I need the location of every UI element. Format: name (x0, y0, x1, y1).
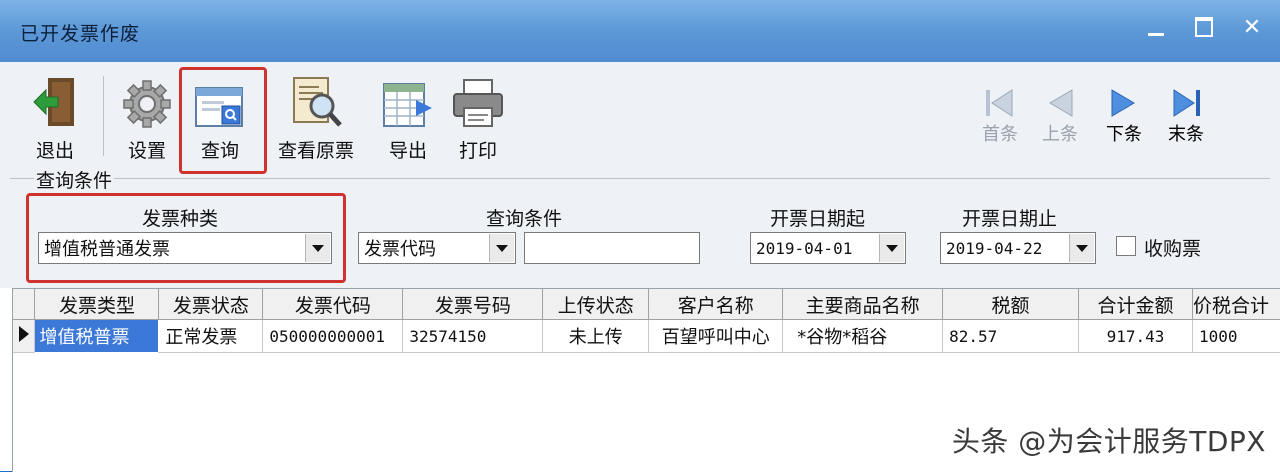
date-from-label: 开票日期起 (770, 208, 866, 230)
chevron-down-icon (879, 234, 904, 262)
prev-label: 上条 (1042, 124, 1078, 145)
chevron-down-icon (1069, 234, 1094, 262)
cell-invoice-number[interactable]: 32574150 (402, 319, 544, 353)
date-to-value: 2019-04-22 (946, 238, 1043, 258)
prev-icon (1049, 89, 1073, 117)
print-button[interactable]: 打印 (452, 74, 504, 163)
column-header[interactable]: 发票号码 (402, 289, 544, 320)
date-to-label: 开票日期止 (962, 208, 1058, 230)
exit-door-icon (30, 74, 80, 130)
settings-button[interactable]: 设置 (122, 74, 172, 163)
toolbar-separator (103, 76, 104, 156)
first-label: 首条 (982, 124, 1018, 145)
first-record-button[interactable]: 首条 (982, 86, 1018, 146)
close-button[interactable]: ✕ (1230, 8, 1274, 46)
magnifier-document-icon (288, 74, 344, 130)
first-icon (986, 89, 1013, 117)
table-row[interactable]: 增值税普票 正常发票 050000000001 32574150 未上传 百望呼… (13, 319, 1280, 353)
column-header[interactable]: 税额 (942, 289, 1079, 320)
export-button[interactable]: 导出 (382, 74, 434, 163)
minimize-icon (1148, 32, 1164, 36)
cell-total-with-tax[interactable]: 1000 (1192, 319, 1280, 353)
cell-tax-amount[interactable]: 82.57 (942, 319, 1079, 353)
query-highlight-box (179, 67, 267, 174)
row-indicator-header (13, 289, 36, 320)
query-value-input[interactable] (524, 232, 700, 264)
exit-label: 退出 (35, 140, 74, 162)
print-label: 打印 (458, 140, 497, 162)
purchase-invoice-checkbox[interactable] (1116, 236, 1136, 256)
invoice-table: 发票类型 发票状态 发票代码 发票号码 上传状态 客户名称 主要商品名称 税额 … (13, 289, 1280, 353)
query-condition-label: 查询条件 (486, 208, 563, 230)
invoice-kind-highlight-box (26, 193, 346, 283)
column-header[interactable]: 客户名称 (648, 289, 784, 320)
column-header[interactable]: 发票类型 (34, 289, 160, 320)
column-header[interactable]: 发票代码 (262, 289, 404, 320)
table-header-row: 发票类型 发票状态 发票代码 发票号码 上传状态 客户名称 主要商品名称 税额 … (13, 289, 1280, 320)
next-icon (1111, 89, 1135, 117)
conditions-group-title: 查询条件 (34, 166, 115, 193)
column-header[interactable]: 上传状态 (542, 289, 650, 320)
cell-total-amount[interactable]: 917.43 (1078, 319, 1193, 353)
minimize-button[interactable] (1134, 8, 1178, 46)
maximize-icon (1195, 17, 1213, 37)
query-field-select[interactable]: 发票代码 (358, 232, 516, 264)
export-label: 导出 (388, 140, 427, 162)
gear-icon (122, 74, 172, 130)
group-divider (10, 178, 1270, 179)
printer-icon (452, 74, 504, 130)
chevron-down-icon (489, 234, 514, 262)
exit-button[interactable]: 退出 (30, 74, 80, 163)
next-record-button[interactable]: 下条 (1106, 86, 1142, 146)
view-original-button[interactable]: 查看原票 (278, 74, 354, 163)
prev-record-button[interactable]: 上条 (1042, 86, 1078, 146)
export-table-icon (382, 74, 434, 130)
maximize-button[interactable] (1182, 8, 1226, 46)
last-record-button[interactable]: 末条 (1168, 86, 1204, 146)
cell-main-goods[interactable]: *谷物*稻谷 (782, 319, 944, 353)
next-label: 下条 (1106, 124, 1142, 145)
date-from-value: 2019-04-01 (756, 238, 853, 258)
current-row-indicator-icon (13, 319, 36, 353)
cell-invoice-code[interactable]: 050000000001 (262, 319, 404, 353)
close-icon: ✕ (1242, 14, 1262, 40)
column-header[interactable]: 合计金额 (1078, 289, 1193, 320)
column-header[interactable]: 价税合计 (1192, 289, 1280, 320)
title-bar: 已开发票作废 ✕ (0, 0, 1280, 62)
purchase-invoice-label: 收购票 (1144, 238, 1202, 260)
settings-label: 设置 (127, 140, 166, 162)
cell-invoice-status[interactable]: 正常发票 (158, 319, 264, 353)
query-field-value: 发票代码 (364, 239, 436, 260)
view-original-label: 查看原票 (278, 140, 355, 162)
column-header[interactable]: 主要商品名称 (782, 289, 944, 320)
cell-invoice-type[interactable]: 增值税普票 (34, 319, 160, 353)
invoice-void-window: 已开发票作废 ✕ 退出 设置 查询 查看原票 导出 打印 首条 上条 下条 末条… (0, 0, 1280, 472)
watermark-text: 头条 @为会计服务TDPX (951, 425, 1266, 458)
date-from-picker[interactable]: 2019-04-01 (750, 232, 906, 264)
window-title: 已开发票作废 (20, 23, 141, 45)
date-to-picker[interactable]: 2019-04-22 (940, 232, 1096, 264)
column-header[interactable]: 发票状态 (158, 289, 264, 320)
cell-customer-name[interactable]: 百望呼叫中心 (648, 319, 784, 353)
cell-upload-status[interactable]: 未上传 (542, 319, 650, 353)
last-icon (1173, 89, 1200, 117)
last-label: 末条 (1168, 124, 1204, 145)
